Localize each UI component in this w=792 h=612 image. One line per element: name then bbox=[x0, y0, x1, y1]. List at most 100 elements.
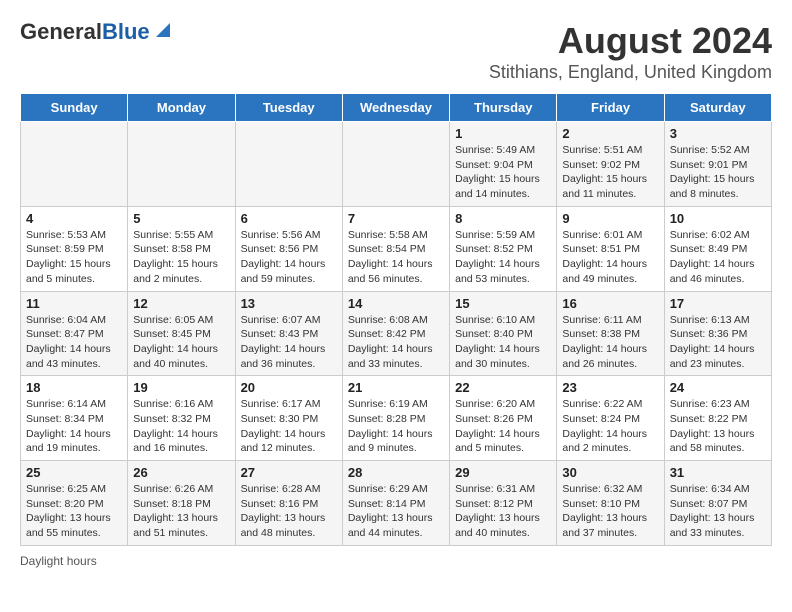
day-number: 7 bbox=[348, 211, 444, 226]
day-number: 22 bbox=[455, 380, 551, 395]
calendar-cell: 28 Sunrise: 6:29 AM Sunset: 8:14 PM Dayli… bbox=[342, 461, 449, 546]
calendar-cell: 8 Sunrise: 5:59 AM Sunset: 8:52 PM Daylig… bbox=[450, 206, 557, 291]
calendar-cell: 13 Sunrise: 6:07 AM Sunset: 8:43 PM Dayli… bbox=[235, 291, 342, 376]
calendar-cell bbox=[342, 122, 449, 207]
day-info: Sunrise: 6:08 AM Sunset: 8:42 PM Dayligh… bbox=[348, 313, 444, 372]
header-day-saturday: Saturday bbox=[664, 94, 771, 122]
day-info: Sunrise: 6:20 AM Sunset: 8:26 PM Dayligh… bbox=[455, 397, 551, 456]
logo: GeneralBlue bbox=[20, 20, 174, 44]
day-number: 20 bbox=[241, 380, 337, 395]
day-number: 13 bbox=[241, 296, 337, 311]
day-info: Sunrise: 6:25 AM Sunset: 8:20 PM Dayligh… bbox=[26, 482, 122, 541]
day-number: 4 bbox=[26, 211, 122, 226]
calendar-cell: 23 Sunrise: 6:22 AM Sunset: 8:24 PM Dayli… bbox=[557, 376, 664, 461]
calendar-cell: 21 Sunrise: 6:19 AM Sunset: 8:28 PM Dayli… bbox=[342, 376, 449, 461]
day-number: 21 bbox=[348, 380, 444, 395]
day-number: 12 bbox=[133, 296, 229, 311]
calendar-cell: 2 Sunrise: 5:51 AM Sunset: 9:02 PM Daylig… bbox=[557, 122, 664, 207]
day-info: Sunrise: 6:10 AM Sunset: 8:40 PM Dayligh… bbox=[455, 313, 551, 372]
calendar-cell: 3 Sunrise: 5:52 AM Sunset: 9:01 PM Daylig… bbox=[664, 122, 771, 207]
calendar-cell: 29Sunrise: 6:31 AM Sunset: 8:12 PM Dayli… bbox=[450, 461, 557, 546]
header-day-thursday: Thursday bbox=[450, 94, 557, 122]
day-number: 28 bbox=[348, 465, 444, 480]
calendar-cell: 5 Sunrise: 5:55 AM Sunset: 8:58 PM Daylig… bbox=[128, 206, 235, 291]
day-info: Sunrise: 5:58 AM Sunset: 8:54 PM Dayligh… bbox=[348, 228, 444, 287]
calendar-cell: 25Sunrise: 6:25 AM Sunset: 8:20 PM Dayli… bbox=[21, 461, 128, 546]
day-number: 29 bbox=[455, 465, 551, 480]
day-number: 18 bbox=[26, 380, 122, 395]
day-number: 3 bbox=[670, 126, 766, 141]
calendar-footer: Daylight hours bbox=[20, 554, 772, 568]
day-info: Sunrise: 5:56 AM Sunset: 8:56 PM Dayligh… bbox=[241, 228, 337, 287]
week-row-5: 25Sunrise: 6:25 AM Sunset: 8:20 PM Dayli… bbox=[21, 461, 772, 546]
day-number: 23 bbox=[562, 380, 658, 395]
day-info: Sunrise: 6:22 AM Sunset: 8:24 PM Dayligh… bbox=[562, 397, 658, 456]
day-number: 17 bbox=[670, 296, 766, 311]
day-number: 30 bbox=[562, 465, 658, 480]
day-info: Sunrise: 5:55 AM Sunset: 8:58 PM Dayligh… bbox=[133, 228, 229, 287]
day-number: 15 bbox=[455, 296, 551, 311]
day-number: 8 bbox=[455, 211, 551, 226]
calendar-cell: 7 Sunrise: 5:58 AM Sunset: 8:54 PM Daylig… bbox=[342, 206, 449, 291]
calendar-cell: 19 Sunrise: 6:16 AM Sunset: 8:32 PM Dayli… bbox=[128, 376, 235, 461]
calendar-cell: 12 Sunrise: 6:05 AM Sunset: 8:45 PM Dayli… bbox=[128, 291, 235, 376]
day-number: 11 bbox=[26, 296, 122, 311]
day-info: Sunrise: 6:17 AM Sunset: 8:30 PM Dayligh… bbox=[241, 397, 337, 456]
day-info: Sunrise: 6:34 AM Sunset: 8:07 PM Dayligh… bbox=[670, 482, 766, 541]
page-header: GeneralBlue August 2024 Stithians, Engla… bbox=[20, 20, 772, 83]
calendar-table: SundayMondayTuesdayWednesdayThursdayFrid… bbox=[20, 93, 772, 546]
calendar-cell: 27Sunrise: 6:28 AM Sunset: 8:16 PM Dayli… bbox=[235, 461, 342, 546]
calendar-cell: 16Sunrise: 6:11 AM Sunset: 8:38 PM Dayli… bbox=[557, 291, 664, 376]
calendar-cell: 30 Sunrise: 6:32 AM Sunset: 8:10 PM Dayli… bbox=[557, 461, 664, 546]
day-number: 31 bbox=[670, 465, 766, 480]
calendar-cell: 20 Sunrise: 6:17 AM Sunset: 8:30 PM Dayli… bbox=[235, 376, 342, 461]
calendar-cell: 9 Sunrise: 6:01 AM Sunset: 8:51 PM Daylig… bbox=[557, 206, 664, 291]
day-info: Sunrise: 5:49 AM Sunset: 9:04 PM Dayligh… bbox=[455, 143, 551, 202]
header-row: SundayMondayTuesdayWednesdayThursdayFrid… bbox=[21, 94, 772, 122]
day-info: Sunrise: 6:16 AM Sunset: 8:32 PM Dayligh… bbox=[133, 397, 229, 456]
logo-text: GeneralBlue bbox=[20, 20, 150, 44]
day-number: 9 bbox=[562, 211, 658, 226]
week-row-4: 18 Sunrise: 6:14 AM Sunset: 8:34 PM Dayli… bbox=[21, 376, 772, 461]
day-info: Sunrise: 6:07 AM Sunset: 8:43 PM Dayligh… bbox=[241, 313, 337, 372]
logo-general: General bbox=[20, 19, 102, 44]
day-number: 1 bbox=[455, 126, 551, 141]
day-info: Sunrise: 5:51 AM Sunset: 9:02 PM Dayligh… bbox=[562, 143, 658, 202]
day-info: Sunrise: 6:32 AM Sunset: 8:10 PM Dayligh… bbox=[562, 482, 658, 541]
day-info: Sunrise: 5:52 AM Sunset: 9:01 PM Dayligh… bbox=[670, 143, 766, 202]
calendar-body: 1 Sunrise: 5:49 AM Sunset: 9:04 PM Daylig… bbox=[21, 122, 772, 546]
day-info: Sunrise: 6:11 AM Sunset: 8:38 PM Dayligh… bbox=[562, 313, 658, 372]
calendar-header: SundayMondayTuesdayWednesdayThursdayFrid… bbox=[21, 94, 772, 122]
day-info: Sunrise: 6:14 AM Sunset: 8:34 PM Dayligh… bbox=[26, 397, 122, 456]
day-info: Sunrise: 6:05 AM Sunset: 8:45 PM Dayligh… bbox=[133, 313, 229, 372]
day-info: Sunrise: 6:23 AM Sunset: 8:22 PM Dayligh… bbox=[670, 397, 766, 456]
calendar-cell bbox=[235, 122, 342, 207]
day-number: 2 bbox=[562, 126, 658, 141]
calendar-cell: 18 Sunrise: 6:14 AM Sunset: 8:34 PM Dayli… bbox=[21, 376, 128, 461]
title-block: August 2024 Stithians, England, United K… bbox=[489, 20, 772, 83]
day-info: Sunrise: 6:01 AM Sunset: 8:51 PM Dayligh… bbox=[562, 228, 658, 287]
page-title: August 2024 bbox=[489, 20, 772, 62]
calendar-cell: 6Sunrise: 5:56 AM Sunset: 8:56 PM Daylig… bbox=[235, 206, 342, 291]
day-info: Sunrise: 5:53 AM Sunset: 8:59 PM Dayligh… bbox=[26, 228, 122, 287]
day-number: 19 bbox=[133, 380, 229, 395]
day-info: Sunrise: 6:13 AM Sunset: 8:36 PM Dayligh… bbox=[670, 313, 766, 372]
week-row-2: 4 Sunrise: 5:53 AM Sunset: 8:59 PM Daylig… bbox=[21, 206, 772, 291]
day-info: Sunrise: 6:29 AM Sunset: 8:14 PM Dayligh… bbox=[348, 482, 444, 541]
calendar-cell: 15 Sunrise: 6:10 AM Sunset: 8:40 PM Dayli… bbox=[450, 291, 557, 376]
header-day-tuesday: Tuesday bbox=[235, 94, 342, 122]
day-info: Sunrise: 5:59 AM Sunset: 8:52 PM Dayligh… bbox=[455, 228, 551, 287]
header-day-monday: Monday bbox=[128, 94, 235, 122]
daylight-hours-label: Daylight hours bbox=[20, 554, 97, 568]
calendar-cell: 11Sunrise: 6:04 AM Sunset: 8:47 PM Dayli… bbox=[21, 291, 128, 376]
day-number: 26 bbox=[133, 465, 229, 480]
calendar-cell: 14Sunrise: 6:08 AM Sunset: 8:42 PM Dayli… bbox=[342, 291, 449, 376]
calendar-cell: 1 Sunrise: 5:49 AM Sunset: 9:04 PM Daylig… bbox=[450, 122, 557, 207]
logo-arrow-icon bbox=[152, 19, 174, 41]
day-number: 10 bbox=[670, 211, 766, 226]
day-info: Sunrise: 6:19 AM Sunset: 8:28 PM Dayligh… bbox=[348, 397, 444, 456]
header-day-friday: Friday bbox=[557, 94, 664, 122]
calendar-cell: 22 Sunrise: 6:20 AM Sunset: 8:26 PM Dayli… bbox=[450, 376, 557, 461]
day-number: 5 bbox=[133, 211, 229, 226]
week-row-3: 11Sunrise: 6:04 AM Sunset: 8:47 PM Dayli… bbox=[21, 291, 772, 376]
